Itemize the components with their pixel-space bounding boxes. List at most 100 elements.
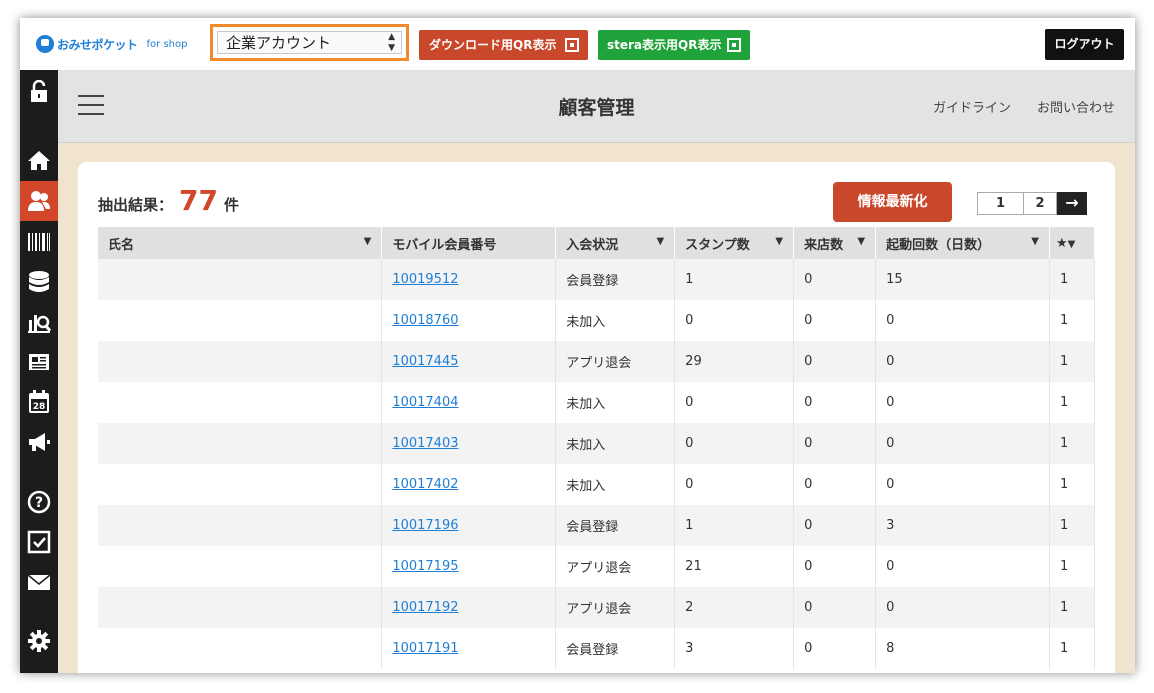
cell-launches: 0: [875, 546, 1050, 587]
member-number-link[interactable]: 10017195: [392, 559, 458, 574]
stera-qr-label: stera表示用QR表示: [607, 38, 722, 52]
qr-code-icon: [727, 38, 741, 52]
database-icon[interactable]: [20, 262, 58, 302]
page-header: 顧客管理 ガイドライン お問い合わせ: [58, 70, 1135, 143]
cell-member-no: 10017196: [381, 505, 557, 546]
cell-visits: 0: [793, 341, 877, 382]
member-number-link[interactable]: 10017403: [392, 436, 458, 451]
contact-link[interactable]: お問い合わせ: [1037, 97, 1115, 116]
result-count: 77: [179, 184, 218, 217]
sort-down-icon: ▼: [775, 236, 784, 247]
megaphone-icon[interactable]: [20, 422, 58, 462]
cell-star: 1: [1049, 464, 1096, 505]
col-header-launches[interactable]: 起動回数（日数） ▼: [875, 227, 1050, 259]
help-icon[interactable]: ?: [20, 482, 58, 522]
news-icon[interactable]: [20, 342, 58, 382]
member-number-link[interactable]: 10019512: [392, 272, 458, 287]
member-number-link[interactable]: 10017402: [392, 477, 458, 492]
cell-visits: 0: [793, 628, 877, 669]
cell-stamps: 21: [674, 546, 795, 587]
cell-launches: 0: [875, 382, 1050, 423]
table-row: 10017445 アプリ退会 29 0 0 1: [98, 341, 1096, 382]
sort-down-icon: ▼: [1031, 236, 1039, 247]
svg-text:?: ?: [35, 495, 43, 511]
analytics-icon[interactable]: [20, 302, 58, 342]
member-number-link[interactable]: 10017445: [392, 354, 458, 369]
gear-icon[interactable]: [20, 621, 58, 661]
member-number-link[interactable]: 10017191: [392, 641, 458, 656]
logo-icon: [36, 35, 54, 53]
guideline-link[interactable]: ガイドライン: [933, 97, 1011, 116]
sort-down-icon: ▼: [857, 236, 866, 247]
page-1-button[interactable]: 1: [977, 192, 1024, 215]
col-header-status[interactable]: 入会状況 ▼: [555, 227, 676, 259]
sort-down-icon: ▼: [656, 236, 665, 247]
cell-star: 1: [1049, 628, 1096, 669]
cell-member-no: 10017445: [381, 341, 557, 382]
col-header-visits[interactable]: 来店数 ▼: [793, 227, 877, 259]
member-number-link[interactable]: 10017196: [392, 518, 458, 533]
member-number-link[interactable]: 10017404: [392, 395, 458, 410]
table-row: 10017402 未加入 0 0 0 1: [98, 464, 1096, 505]
cell-status: 未加入: [555, 464, 676, 505]
cell-stamps: 0: [674, 464, 795, 505]
calendar-day: 28: [33, 402, 46, 412]
top-bar: おみせポケット for shop 企業アカウント ▲ ▼ ダウンロード用QR表示 …: [20, 18, 1135, 70]
cell-name: [98, 341, 383, 382]
account-select-highlight: 企業アカウント ▲ ▼: [210, 24, 409, 61]
unlock-icon[interactable]: [20, 72, 58, 112]
cell-star: 1: [1049, 505, 1096, 546]
calendar-icon[interactable]: 28: [20, 382, 58, 422]
cell-name: [98, 464, 383, 505]
stera-qr-button[interactable]: stera表示用QR表示: [598, 30, 750, 60]
checkbox-icon[interactable]: [20, 522, 58, 562]
cell-stamps: 0: [674, 382, 795, 423]
cell-member-no: 10019512: [381, 259, 557, 300]
cell-member-no: 10017192: [381, 587, 557, 628]
cell-name: [98, 628, 383, 669]
app-logo[interactable]: おみせポケット for shop: [36, 35, 187, 53]
table-row: 10017404 未加入 0 0 0 1: [98, 382, 1096, 423]
member-number-link[interactable]: 10018760: [392, 313, 458, 328]
cell-launches: 8: [875, 628, 1050, 669]
cell-launches: 0: [875, 300, 1050, 341]
mail-icon[interactable]: [20, 562, 58, 602]
next-page-button[interactable]: →: [1057, 192, 1087, 215]
account-select[interactable]: 企業アカウント ▲ ▼: [217, 31, 402, 54]
cell-name: [98, 587, 383, 628]
cell-stamps: 29: [674, 341, 795, 382]
cell-status: 会員登録: [555, 259, 676, 300]
table-header-row: 氏名 ▼ モバイル会員番号 入会状況 ▼ スタンプ数 ▼ 来店数 ▼ 起動回数（日数） ▼…: [98, 227, 1096, 259]
download-qr-button[interactable]: ダウンロード用QR表示: [419, 30, 588, 60]
cell-visits: 0: [793, 300, 877, 341]
cell-status: 未加入: [555, 382, 676, 423]
col-header-member-no[interactable]: モバイル会員番号: [381, 227, 557, 259]
page-2-button[interactable]: 2: [1024, 192, 1057, 215]
users-icon[interactable]: [20, 181, 58, 221]
barcode-icon[interactable]: [20, 222, 58, 262]
header-links: ガイドライン お問い合わせ: [933, 97, 1115, 116]
col-header-name[interactable]: 氏名 ▼: [98, 227, 383, 259]
cell-launches: 0: [875, 587, 1050, 628]
customer-panel: 抽出結果： 77 件 情報最新化 1 2 → 氏名 ▼ モバイル会員番号 入会状況 ▼ …: [78, 162, 1115, 673]
table-row: 10019512 会員登録 1 0 15 1: [98, 259, 1096, 300]
home-icon[interactable]: [20, 140, 58, 180]
sort-down-icon: ▼: [363, 236, 372, 247]
cell-stamps: 0: [674, 423, 795, 464]
table-row: 10017196 会員登録 1 0 3 1: [98, 505, 1096, 546]
result-summary: 抽出結果： 77 件: [98, 184, 239, 217]
pagination: 1 2 →: [977, 192, 1087, 215]
logo-text: おみせポケット: [57, 37, 138, 52]
cell-visits: 0: [793, 505, 877, 546]
logout-button[interactable]: ログアウト: [1045, 29, 1124, 60]
cell-name: [98, 423, 383, 464]
sort-down-icon: ▼: [1067, 238, 1076, 250]
cell-star: 1: [1049, 587, 1096, 628]
refresh-button[interactable]: 情報最新化: [833, 182, 952, 222]
cell-name: [98, 259, 383, 300]
table-row: 10017403 未加入 0 0 0 1: [98, 423, 1096, 464]
member-number-link[interactable]: 10017192: [392, 600, 458, 615]
col-header-star[interactable]: ★▼: [1049, 227, 1096, 259]
sidebar: 28 ?: [20, 70, 58, 673]
col-header-stamps[interactable]: スタンプ数 ▼: [674, 227, 795, 259]
